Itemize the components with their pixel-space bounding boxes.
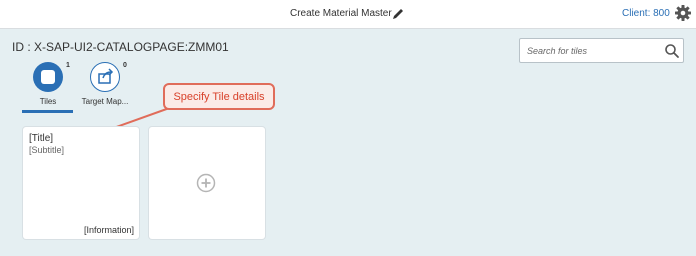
selected-tab-indicator: [22, 110, 73, 113]
shell-bar: Create Material Master Client: 800: [0, 0, 696, 29]
tab-tiles[interactable]: 1 Tiles: [18, 62, 78, 114]
callout-text: Specify Tile details: [173, 91, 265, 103]
search-input[interactable]: [527, 44, 657, 58]
tab-count: 1: [66, 62, 70, 69]
tab-label: Tiles: [39, 97, 57, 106]
tab-count: 0: [123, 62, 127, 69]
tile-search[interactable]: [519, 38, 684, 63]
add-icon: [196, 173, 216, 193]
search-icon[interactable]: [664, 43, 680, 59]
share-icon: [90, 62, 120, 92]
catalog-page-id: ID : X-SAP-UI2-CATALOGPAGE:ZMM01: [12, 40, 229, 54]
edit-icon[interactable]: [391, 7, 405, 21]
tile-info: [Information]: [83, 225, 134, 235]
tile-title: [Title]: [29, 133, 54, 144]
gear-icon[interactable]: [674, 4, 692, 22]
app-title: Create Material Master: [290, 8, 392, 19]
client-label[interactable]: Client: 800: [622, 8, 670, 19]
add-tile-button[interactable]: [149, 127, 265, 239]
tile-icon: [33, 62, 63, 92]
tile-subtitle: [Subtitle]: [29, 145, 65, 155]
tile[interactable]: [Title] [Subtitle] [Information]: [23, 127, 139, 239]
tab-label: Target Map...: [81, 97, 129, 106]
annotation-callout: Specify Tile details: [163, 83, 275, 110]
tab-target-mapping[interactable]: 0 Target Map...: [75, 62, 135, 114]
